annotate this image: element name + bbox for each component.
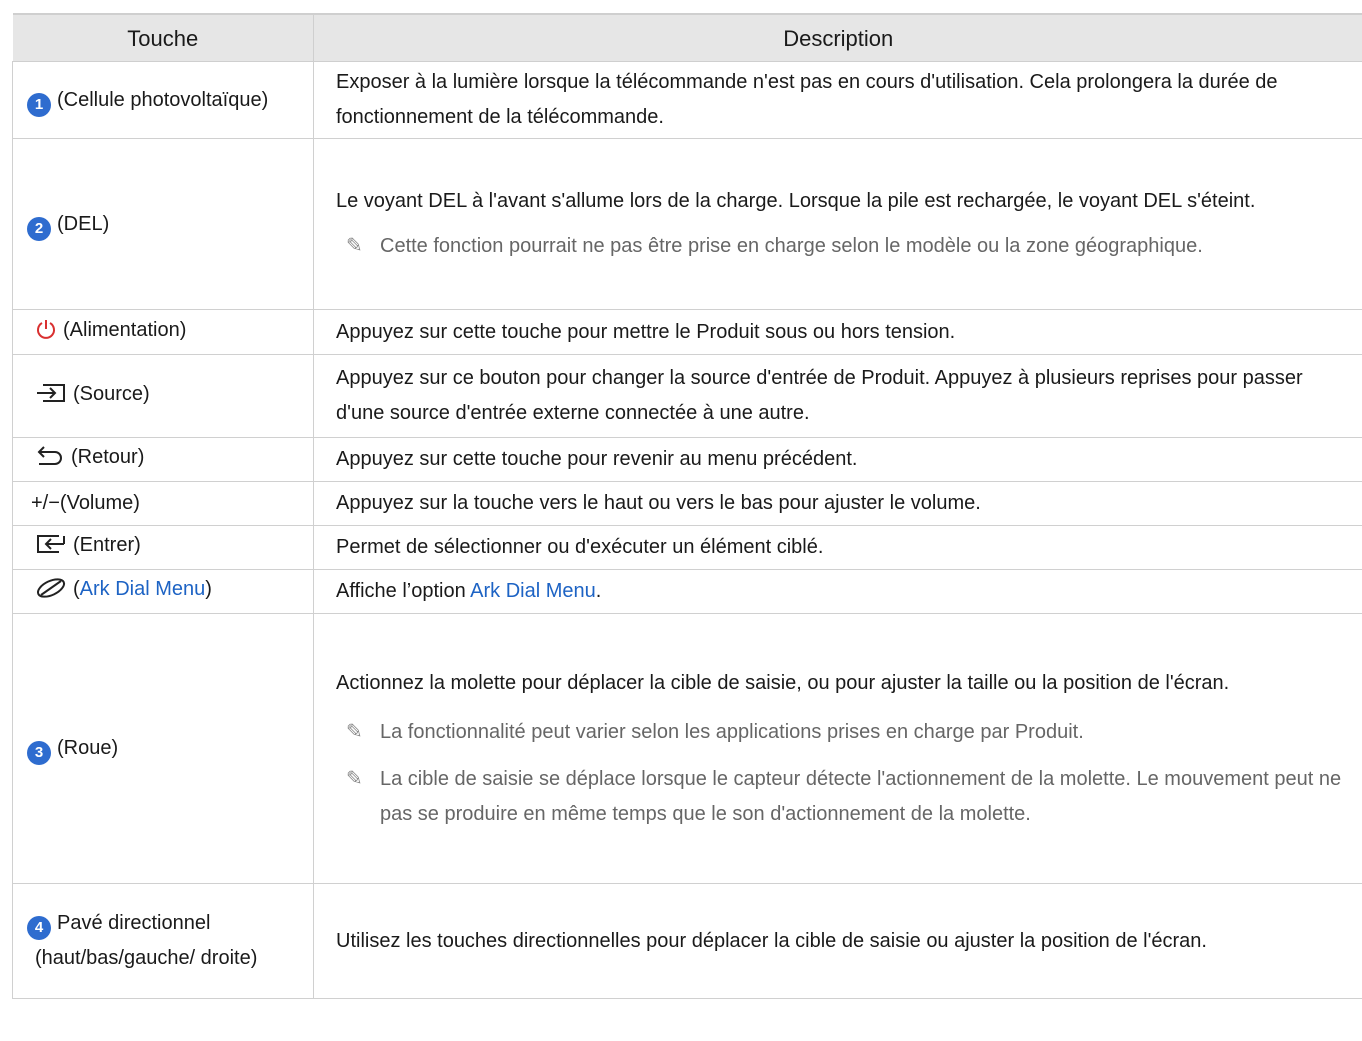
table-row: (Retour) Appuyez sur cette touche pour r… [12, 437, 1362, 482]
description-text: Appuyez sur cette touche pour revenir au… [336, 448, 858, 470]
description-prefix: Affiche l’option [336, 580, 471, 602]
key-label: (Source) [73, 382, 150, 405]
table-row: +/−(Volume) Appuyez sur la touche vers l… [12, 481, 1362, 526]
description-text: Appuyez sur cette touche pour mettre le … [336, 320, 956, 343]
key-cell: +/−(Volume) [12, 481, 314, 526]
description-cell: Permet de sélectionner ou d'exécuter un … [313, 525, 1362, 570]
key-label: Pavé directionnel (haut/bas/gauche/ droi… [35, 912, 258, 969]
table-header-row: Touche Description [12, 13, 1362, 62]
description-cell: Appuyez sur cette touche pour mettre le … [313, 309, 1362, 355]
table-row: (Entrer) Permet de sélectionner ou d'exé… [12, 525, 1362, 570]
description-text: Le voyant DEL à l'avant s'allume lors de… [336, 190, 1256, 212]
key-label: (Entrer) [73, 534, 141, 556]
power-icon [35, 317, 57, 352]
note-text: La fonctionnalité peut varier selon les … [380, 720, 1084, 743]
description-text: Utilisez les touches directionnelles pou… [336, 929, 1207, 952]
key-label-suffix: ) [205, 578, 212, 600]
pencil-note-icon: ✎ [346, 235, 363, 257]
description-cell: Appuyez sur ce bouton pour changer la so… [313, 354, 1362, 438]
table-row: 2 (DEL) Le voyant DEL à l'avant s'allume … [12, 138, 1362, 310]
table-row: 4 Pavé directionnel (haut/bas/gauche/ dro… [12, 883, 1362, 999]
description-cell: Le voyant DEL à l'avant s'allume lors de… [313, 138, 1362, 310]
pencil-note-icon: ✎ [346, 767, 363, 790]
number-badge-1: 1 [27, 92, 51, 117]
pencil-note-icon: ✎ [346, 720, 363, 743]
description-cell: Appuyez sur cette touche pour revenir au… [313, 437, 1362, 482]
key-cell: (Retour) [12, 437, 314, 482]
description-cell: Affiche l’option Ark Dial Menu. [313, 569, 1362, 614]
key-cell: 1 (Cellule photovoltaïque) [12, 61, 314, 139]
description-cell: Appuyez sur la touche vers le haut ou ve… [313, 481, 1362, 526]
remote-keys-table: Touche Description 1 (Cellule photovoltaï… [12, 13, 1362, 999]
column-header-description: Description [313, 13, 1362, 62]
description-text: Appuyez sur la touche vers le haut ou ve… [336, 492, 981, 514]
key-label: (Cellule photovoltaïque) [57, 88, 269, 111]
key-cell: (Source) [12, 354, 314, 438]
key-label: +/−(Volume) [31, 492, 140, 514]
description-text: Appuyez sur ce bouton pour changer la so… [336, 367, 1303, 424]
key-label: (Roue) [57, 737, 119, 759]
description-text: Exposer à la lumière lorsque la télécomm… [336, 71, 1278, 128]
key-label: (Retour) [71, 446, 145, 468]
table-row: (Ark Dial Menu) Affiche l’option Ark Dia… [12, 569, 1362, 614]
ark-dial-menu-link[interactable]: Ark Dial Menu [470, 580, 596, 602]
note: ✎ La cible de saisie se déplace lorsque … [336, 762, 1349, 832]
key-label: (DEL) [57, 212, 110, 235]
description-cell: Utilisez les touches directionnelles pou… [313, 883, 1362, 999]
enter-icon [35, 532, 67, 567]
key-cell: 3 (Roue) [12, 613, 314, 884]
table-row: 1 (Cellule photovoltaïque) Exposer à la l… [12, 61, 1362, 139]
description-text: Actionnez la molette pour déplacer la ci… [336, 671, 1230, 694]
table-row: 3 (Roue) Actionnez la molette pour déplac… [12, 613, 1362, 884]
description-cell: Actionnez la molette pour déplacer la ci… [313, 613, 1362, 884]
key-cell: 4 Pavé directionnel (haut/bas/gauche/ dro… [12, 883, 314, 999]
key-cell: (Alimentation) [12, 309, 314, 355]
key-cell: 2 (DEL) [12, 138, 314, 310]
column-header-key: Touche [12, 13, 314, 62]
ark-dial-icon [35, 576, 67, 611]
note-text: La cible de saisie se déplace lorsque le… [380, 767, 1342, 825]
note: ✎ Cette fonction pourrait ne pas être pr… [336, 229, 1349, 264]
number-badge-3: 3 [27, 741, 51, 765]
key-label-prefix: ( [73, 578, 80, 600]
ark-dial-menu-link[interactable]: Ark Dial Menu [80, 578, 206, 600]
description-text: Permet de sélectionner ou d'exécuter un … [336, 536, 824, 558]
return-icon [35, 444, 65, 479]
description-text: Affiche l’option Ark Dial Menu. [336, 574, 1349, 609]
source-icon [35, 381, 67, 416]
number-badge-2: 2 [27, 216, 51, 241]
key-cell: (Entrer) [12, 525, 314, 570]
table-row: (Source) Appuyez sur ce bouton pour chan… [12, 354, 1362, 438]
note-text: Cette fonction pourrait ne pas être pris… [380, 235, 1203, 257]
key-cell: (Ark Dial Menu) [12, 569, 314, 614]
description-suffix: . [595, 580, 602, 602]
number-badge-4: 4 [27, 916, 51, 940]
note: ✎ La fonctionnalité peut varier selon le… [336, 715, 1349, 750]
description-cell: Exposer à la lumière lorsque la télécomm… [313, 61, 1362, 139]
table-row: (Alimentation) Appuyez sur cette touche … [12, 309, 1362, 355]
key-label: (Alimentation) [63, 318, 187, 341]
